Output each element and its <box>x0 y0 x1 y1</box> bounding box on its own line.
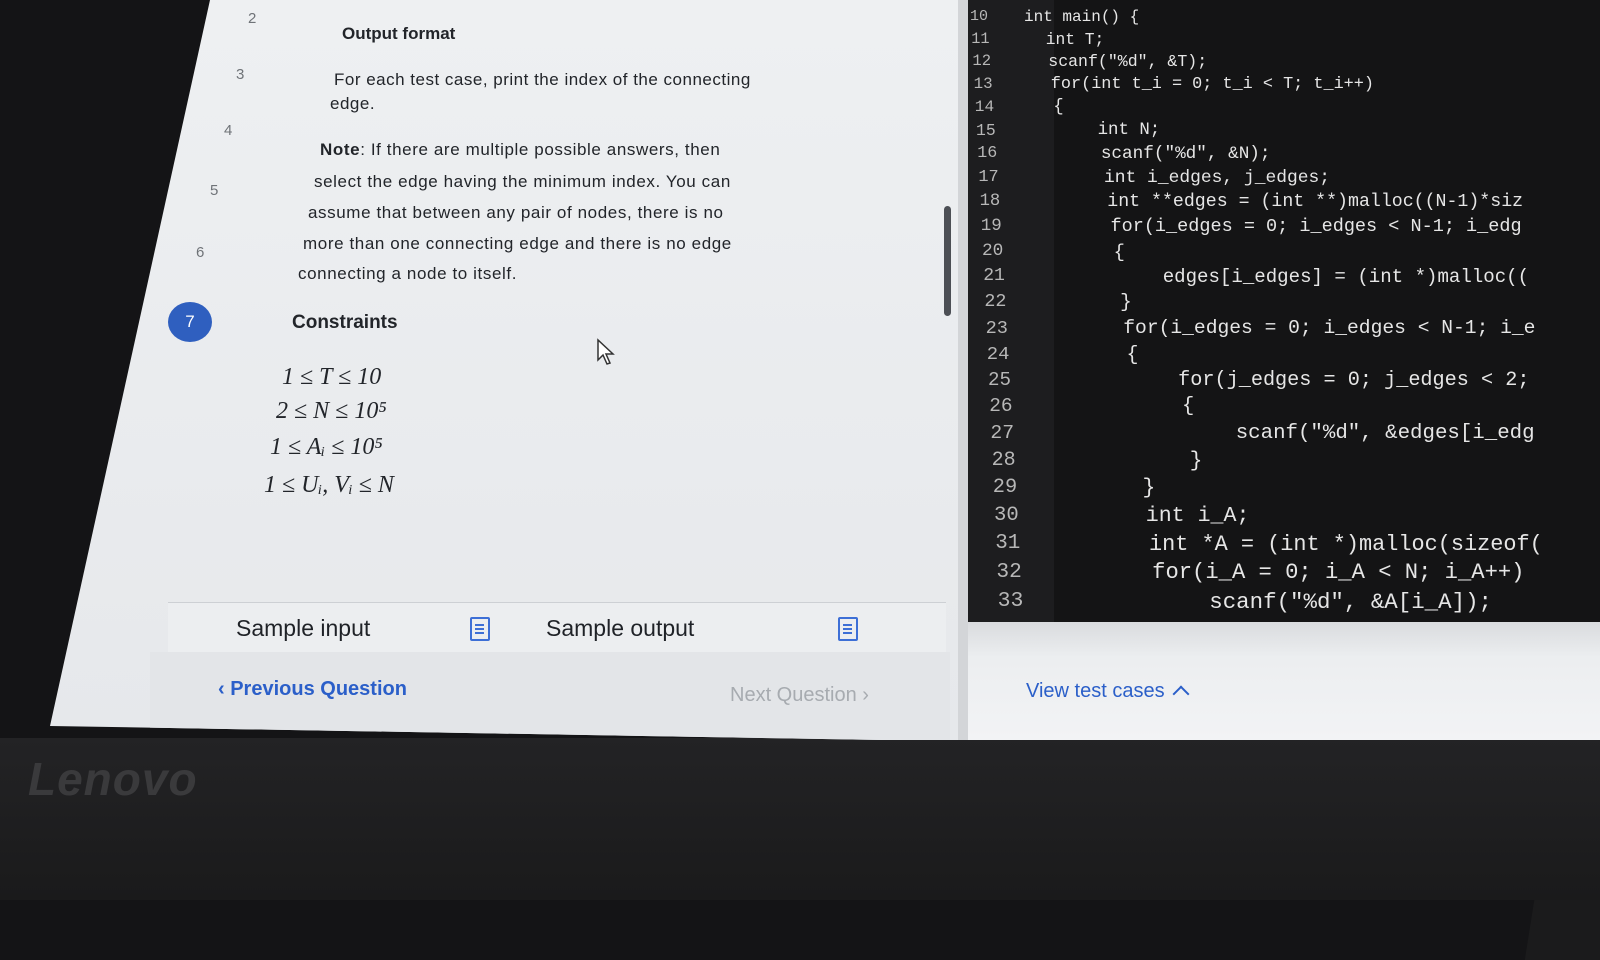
code-line-number: 29 <box>992 476 1018 500</box>
screen: 2 3 4 5 6 7 Output format For each test … <box>50 0 1600 740</box>
constraint-item: 1 ≤ T ≤ 10 <box>282 364 382 390</box>
output-format-title: Output format <box>342 24 456 43</box>
previous-question-label: Previous Question <box>230 678 407 700</box>
code-line-number: 18 <box>979 192 1001 211</box>
code-line-number: 25 <box>988 368 1012 391</box>
code-line[interactable]: int main() { <box>1024 8 1139 26</box>
note-line: connecting a node to itself. <box>298 264 518 283</box>
next-question-label: Next Question <box>730 684 857 706</box>
sample-output-label: Sample output <box>546 615 695 641</box>
code-line[interactable]: scanf("%d", &T); <box>1028 52 1207 71</box>
code-line[interactable]: int T; <box>1026 30 1105 49</box>
constraints-title: Constraints <box>292 312 398 333</box>
code-line[interactable]: int **edges = (int **)malloc((N-1)*siz <box>1042 192 1523 212</box>
mouse-cursor-icon <box>597 338 615 365</box>
code-line[interactable]: scanf("%d", &edges[i_edg <box>1061 422 1535 445</box>
constraint-item: 1 ≤ Uᵢ, Vᵢ ≤ N <box>264 472 394 498</box>
output-format-text: For each test case, print the index of t… <box>334 70 751 89</box>
code-line[interactable]: int *A = (int *)malloc(sizeof( <box>1070 532 1543 557</box>
code-line-number: 27 <box>990 421 1015 444</box>
pane-divider[interactable] <box>958 0 968 740</box>
editor-footer: View test cases <box>968 622 1600 740</box>
code-line-number: 12 <box>972 52 992 71</box>
code-line[interactable]: scanf("%d", &A[i_A]); <box>1075 589 1492 615</box>
code-line[interactable]: edges[i_edges] = (int *)malloc(( <box>1048 266 1529 288</box>
sample-bar: Sample input Sample output <box>168 602 946 653</box>
code-line-number: 17 <box>978 167 999 187</box>
code-line[interactable]: for(i_edges = 0; i_edges < N-1; i_e <box>1053 317 1535 339</box>
note-line: assume that between any pair of nodes, t… <box>308 203 724 222</box>
code-line[interactable]: int i_A; <box>1068 504 1250 528</box>
code-line[interactable]: { <box>1033 98 1063 117</box>
previous-question-link[interactable]: ‹ Previous Question <box>218 678 407 701</box>
monitor-bezel-bottom <box>0 738 1600 900</box>
code-line-number: 31 <box>995 531 1021 555</box>
note-line: select the edge having the minimum index… <box>314 172 731 191</box>
code-line-number: 22 <box>984 291 1007 313</box>
code-line[interactable]: for(i_edges = 0; i_edges < N-1; i_edg <box>1044 216 1521 237</box>
note-line: more than one connecting edge and there … <box>303 234 732 253</box>
view-test-cases-label: View test cases <box>1026 680 1165 702</box>
copy-sample-input-icon[interactable] <box>470 617 490 641</box>
constraint-item: 2 ≤ N ≤ 10⁵ <box>276 398 387 424</box>
code-line-number: 32 <box>996 560 1022 585</box>
code-line[interactable]: scanf("%d", &N); <box>1037 144 1271 164</box>
code-line[interactable]: int N; <box>1035 121 1161 140</box>
question-navigation: ‹ Previous Question Next Question › <box>150 652 950 740</box>
code-line-number: 21 <box>983 265 1005 286</box>
copy-sample-output-icon[interactable] <box>838 617 858 641</box>
code-line-number: 24 <box>986 342 1010 365</box>
code-line[interactable]: } <box>1066 476 1156 500</box>
code-line-number: 10 <box>970 8 989 25</box>
code-line[interactable]: for(int t_i = 0; t_i < T; t_i++) <box>1031 75 1374 94</box>
output-format-text: edge. <box>330 94 376 113</box>
note-text: : If there are multiple possible answers… <box>360 140 721 159</box>
code-editor[interactable]: 10 11 12 13 14 15 16 17 18 19 20 21 22 23 24 25 26 27 28 29… <box>968 0 1600 622</box>
code-line-number: 26 <box>989 395 1013 418</box>
brand-logo: Lenovo <box>28 753 198 805</box>
code-area[interactable]: int main() { int T; scanf("%d", &T); for… <box>1024 0 1600 622</box>
code-line-number: 19 <box>980 216 1002 237</box>
code-line-number: 14 <box>974 97 995 116</box>
code-line-number: 11 <box>971 29 990 48</box>
sample-input-label: Sample input <box>236 615 371 641</box>
problem-scrollbar[interactable] <box>944 206 951 316</box>
chevron-up-icon <box>1172 685 1190 703</box>
next-question-link[interactable]: Next Question › <box>730 684 869 707</box>
note-line: Note: If there are multiple possible ans… <box>320 140 720 160</box>
code-line-number: 23 <box>985 316 1008 339</box>
code-line-number: 30 <box>994 504 1019 527</box>
code-line-number: 15 <box>976 120 996 140</box>
code-line-number: 33 <box>997 588 1024 613</box>
code-line-number: 28 <box>991 449 1016 472</box>
constraint-item: 1 ≤ Aᵢ ≤ 10⁵ <box>270 434 383 460</box>
code-line[interactable]: { <box>1046 241 1125 263</box>
code-line[interactable]: int i_edges, j_edges; <box>1039 168 1330 188</box>
code-line[interactable]: } <box>1064 449 1203 473</box>
code-line-number: 13 <box>973 74 993 93</box>
code-line[interactable]: for(i_A = 0; i_A < N; i_A++) <box>1072 560 1524 585</box>
code-line[interactable]: for(j_edges = 0; j_edges < 2; <box>1057 369 1529 392</box>
code-line[interactable]: } <box>1050 291 1132 313</box>
note-label: Note <box>320 140 361 159</box>
code-line-number: 20 <box>982 241 1004 261</box>
view-test-cases-button[interactable]: View test cases <box>1026 680 1190 703</box>
code-line[interactable]: { <box>1059 395 1194 418</box>
code-line-number: 16 <box>977 144 998 164</box>
code-line[interactable]: { <box>1055 343 1138 366</box>
